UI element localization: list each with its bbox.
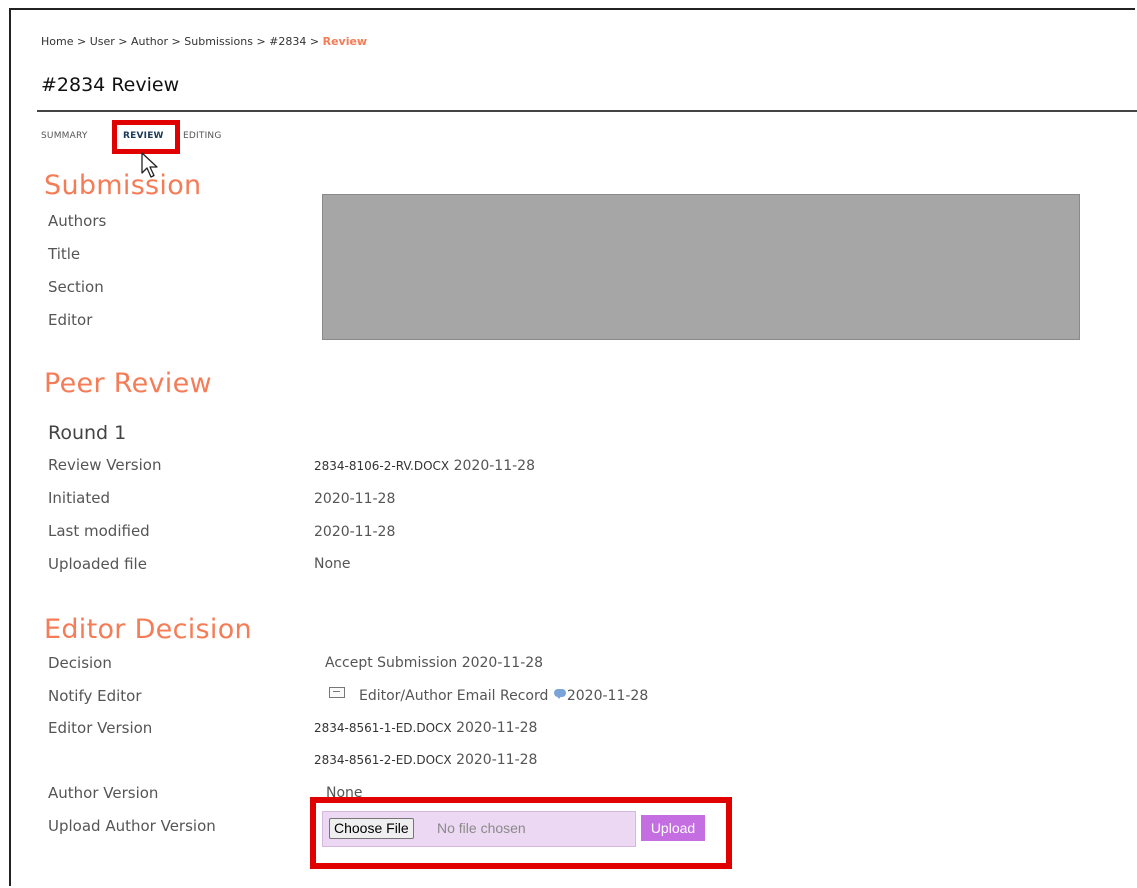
tab-editing[interactable]: EDITING (183, 131, 222, 141)
notify-editor-value: Editor/Author Email Record 2020-11-28 (329, 687, 649, 704)
breadcrumb-submission-id[interactable]: #2834 (269, 35, 306, 48)
breadcrumb-current[interactable]: Review (323, 35, 368, 48)
last-modified-value: 2020-11-28 (314, 524, 396, 540)
breadcrumb-submissions[interactable]: Submissions (184, 35, 253, 48)
title-divider (37, 110, 1137, 112)
initiated-label: Initiated (48, 489, 110, 507)
breadcrumb-home[interactable]: Home (41, 35, 73, 48)
decision-value: Accept Submission 2020-11-28 (325, 655, 544, 671)
breadcrumb-separator: > (118, 35, 128, 48)
breadcrumb-separator: > (76, 35, 87, 48)
submission-heading: Submission (44, 170, 202, 201)
uploaded-file-label: Uploaded file (48, 555, 147, 573)
breadcrumb-user[interactable]: User (90, 35, 115, 48)
mail-icon[interactable] (329, 687, 345, 698)
breadcrumb: Home > User > Author > Submissions > #28… (41, 35, 367, 48)
email-record-link[interactable]: Editor/Author Email Record (359, 688, 548, 704)
editor-version-1: 2834-8561-1-ED.DOCX 2020-11-28 (314, 720, 537, 736)
notify-date: 2020-11-28 (566, 688, 649, 704)
round-label: Round 1 (48, 422, 127, 444)
section-label: Section (48, 278, 104, 296)
breadcrumb-separator: > (171, 35, 181, 48)
editor-version-date: 2020-11-28 (456, 752, 538, 768)
page-title: #2834 Review (41, 74, 180, 96)
decision-label: Decision (48, 654, 112, 672)
review-tab-highlight (112, 120, 180, 154)
authors-label: Authors (48, 212, 107, 230)
peer-review-heading: Peer Review (44, 368, 212, 399)
author-version-label: Author Version (48, 784, 159, 802)
breadcrumb-separator: > (309, 35, 320, 48)
editor-version-date: 2020-11-28 (456, 720, 538, 736)
editor-version-2: 2834-8561-2-ED.DOCX 2020-11-28 (314, 752, 537, 768)
notify-editor-label: Notify Editor (48, 687, 142, 705)
uploaded-file-value: None (314, 556, 351, 572)
editor-version-file-link[interactable]: 2834-8561-1-ED.DOCX (314, 721, 452, 735)
upload-highlight (310, 797, 732, 869)
upload-author-version-label: Upload Author Version (48, 817, 216, 835)
initiated-value: 2020-11-28 (314, 491, 396, 507)
review-version-date: 2020-11-28 (453, 458, 535, 474)
comment-bubble-icon[interactable] (553, 689, 566, 699)
review-version-value: 2834-8106-2-RV.DOCX 2020-11-28 (314, 458, 535, 474)
last-modified-label: Last modified (48, 522, 150, 540)
breadcrumb-separator: > (256, 35, 266, 48)
review-version-file-link[interactable]: 2834-8106-2-RV.DOCX (314, 459, 449, 473)
title-label: Title (48, 245, 81, 263)
editor-decision-heading: Editor Decision (44, 614, 252, 645)
breadcrumb-author[interactable]: Author (131, 35, 168, 48)
redacted-submission-details (322, 194, 1080, 340)
tab-summary[interactable]: SUMMARY (41, 131, 88, 141)
editor-label: Editor (48, 311, 93, 329)
editor-version-file-link[interactable]: 2834-8561-2-ED.DOCX (314, 753, 452, 767)
review-version-label: Review Version (48, 456, 162, 474)
editor-version-label: Editor Version (48, 719, 153, 737)
